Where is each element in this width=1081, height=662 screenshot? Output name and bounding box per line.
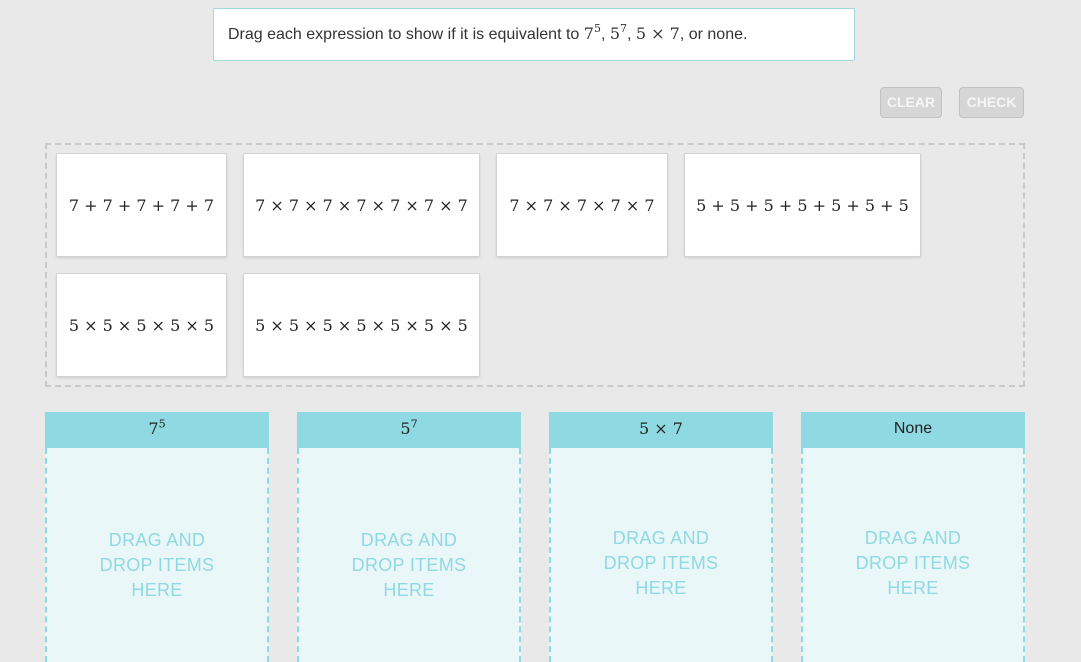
drop-area[interactable]: DRAG AND DROP ITEMS HERE xyxy=(45,448,269,662)
check-button[interactable]: CHECK xyxy=(959,87,1024,118)
expression-pool[interactable]: 7 + 7 + 7 + 7 + 7 7 × 7 × 7 × 7 × 7 × 7 … xyxy=(45,143,1025,387)
expression-card[interactable]: 5 + 5 + 5 + 5 + 5 + 5 + 5 xyxy=(684,153,921,257)
base: 7 xyxy=(583,24,594,43)
hint-line: DRAG AND xyxy=(864,527,962,548)
base: 7 xyxy=(148,419,159,438)
zone-header: 5 × 7 xyxy=(549,412,773,448)
hint-line: DROP ITEMS xyxy=(855,552,971,573)
zone-header: None xyxy=(801,412,1025,448)
expression-card[interactable]: 7 × 7 × 7 × 7 × 7 xyxy=(496,153,668,257)
hint-line: DRAG AND xyxy=(360,529,458,550)
drop-zone-5-pow-7[interactable]: 57 DRAG AND DROP ITEMS HERE xyxy=(297,412,521,662)
hint-line: HERE xyxy=(383,579,435,600)
hint-line: DRAG AND xyxy=(108,529,206,550)
drop-hint: DRAG AND DROP ITEMS HERE xyxy=(856,526,971,601)
hint-line: DROP ITEMS xyxy=(351,554,467,575)
drop-area[interactable]: DRAG AND DROP ITEMS HERE xyxy=(549,448,773,662)
instructions: Drag each expression to show if it is eq… xyxy=(213,8,855,61)
hint-line: DRAG AND xyxy=(612,527,710,548)
expression-card[interactable]: 7 + 7 + 7 + 7 + 7 xyxy=(56,153,227,257)
math-5-pow-7: 57 xyxy=(609,21,628,43)
expression-card[interactable]: 7 × 7 × 7 × 7 × 7 × 7 × 7 xyxy=(243,153,480,257)
expression-card[interactable]: 5 × 5 × 5 × 5 × 5 × 5 × 5 xyxy=(243,273,480,377)
exponent: 5 xyxy=(593,21,601,35)
hint-line: HERE xyxy=(131,579,183,600)
clear-button[interactable]: CLEAR xyxy=(880,87,942,118)
hint-line: DROP ITEMS xyxy=(603,552,719,573)
drop-hint: DRAG AND DROP ITEMS HERE xyxy=(100,528,215,603)
drop-hint: DRAG AND DROP ITEMS HERE xyxy=(352,528,467,603)
drop-zone-7-pow-5[interactable]: 75 DRAG AND DROP ITEMS HERE xyxy=(45,412,269,662)
zone-header: 75 xyxy=(45,412,269,448)
drop-zone-5-times-7[interactable]: 5 × 7 DRAG AND DROP ITEMS HERE xyxy=(549,412,773,662)
hint-line: DROP ITEMS xyxy=(99,554,215,575)
math-7-pow-5: 75 xyxy=(583,21,601,43)
hint-line: HERE xyxy=(887,577,939,598)
base: 5 xyxy=(400,419,411,438)
drop-area[interactable]: DRAG AND DROP ITEMS HERE xyxy=(801,448,1025,662)
instructions-text: Drag each expression to show if it is eq… xyxy=(228,26,584,43)
math-5-times-7: 5 × 7 xyxy=(635,24,680,43)
drop-hint: DRAG AND DROP ITEMS HERE xyxy=(604,526,719,601)
separator: , xyxy=(627,26,636,43)
exponent: 7 xyxy=(410,417,418,431)
zone-header: 57 xyxy=(297,412,521,448)
base: 5 xyxy=(609,24,621,43)
expression-card[interactable]: 5 × 5 × 5 × 5 × 5 xyxy=(56,273,227,377)
exponent: 5 xyxy=(158,417,166,431)
drop-area[interactable]: DRAG AND DROP ITEMS HERE xyxy=(297,448,521,662)
hint-line: HERE xyxy=(635,577,687,598)
drop-zone-none[interactable]: None DRAG AND DROP ITEMS HERE xyxy=(801,412,1025,662)
separator: , xyxy=(600,26,610,43)
exponent: 7 xyxy=(620,21,628,35)
instructions-end: , or none. xyxy=(679,26,748,43)
